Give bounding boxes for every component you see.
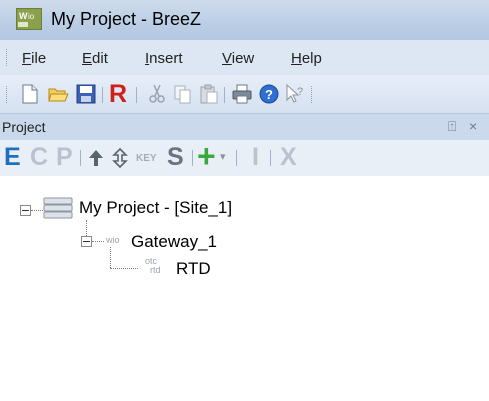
key-button[interactable]: KEY [136, 153, 157, 164]
menu-file-rest: ile [31, 50, 47, 67]
menu-edit-rest: dit [92, 50, 108, 67]
main-toolbar: R ? ? [0, 75, 489, 113]
tree-connector [110, 247, 111, 268]
menu-bar: File Edit Insert View Help [0, 40, 489, 75]
toolbar-overflow-grip[interactable] [311, 86, 315, 103]
paste-icon[interactable] [198, 83, 220, 105]
project-tree: My Project - [Site_1] wio Gateway_1 otc … [0, 176, 489, 401]
menu-view[interactable]: View [222, 50, 254, 67]
menu-file-accel: F [22, 50, 32, 67]
tree-connector [86, 220, 87, 236]
tree-connector [92, 241, 104, 242]
site-icon [43, 197, 73, 219]
menu-insert-rest: nsert [149, 50, 183, 67]
x-button[interactable]: X [280, 143, 297, 172]
open-icon[interactable] [47, 83, 69, 105]
svg-text:io: io [28, 12, 35, 21]
menu-edit[interactable]: Edit [82, 50, 108, 67]
menu-insert[interactable]: Insert [145, 50, 183, 67]
i-button[interactable]: I [252, 143, 259, 172]
toolbar-grip[interactable] [6, 86, 10, 103]
title-bar: W io My Project - BreeZ [0, 0, 489, 40]
close-icon[interactable]: × [469, 118, 477, 134]
menu-view-rest: iew [231, 50, 255, 67]
toolbar-separator [136, 87, 137, 103]
menu-help-rest: elp [301, 50, 322, 67]
tree-connector [110, 268, 138, 269]
toolbar-separator [224, 87, 225, 103]
svg-text:W: W [19, 11, 28, 21]
tree-toolbar-separator [270, 150, 271, 166]
context-help-icon[interactable]: ? [284, 83, 306, 105]
tree-node-gateway[interactable]: Gateway_1 [131, 232, 217, 252]
window-title: My Project - BreeZ [51, 9, 202, 29]
wio-tag-icon: wio [106, 235, 120, 245]
tree-toolbar-separator [80, 150, 81, 166]
app-icon[interactable]: W io [16, 8, 42, 30]
menu-grip[interactable] [6, 49, 10, 66]
pin-icon[interactable]: ⍐ [448, 118, 456, 135]
r-icon[interactable]: R [109, 80, 131, 108]
cut-icon[interactable] [146, 83, 168, 105]
e-button[interactable]: E [4, 143, 21, 172]
menu-file[interactable]: File [22, 50, 46, 67]
tree-node-root[interactable]: My Project - [Site_1] [79, 198, 232, 218]
menu-edit-accel: E [82, 50, 93, 67]
new-icon[interactable] [19, 83, 41, 105]
toolbar-separator [102, 87, 103, 103]
help-icon[interactable]: ? [258, 83, 280, 105]
svg-text:?: ? [265, 87, 273, 102]
copy-icon[interactable] [172, 83, 194, 105]
collapse-icon[interactable] [20, 205, 31, 216]
tree-connector [31, 210, 43, 211]
arrow-up-icon[interactable] [87, 148, 105, 168]
project-panel-header: Project ⍐ × [0, 113, 489, 141]
tree-toolbar-separator [236, 150, 237, 166]
menu-help[interactable]: Help [291, 50, 322, 67]
menu-help-accel: H [291, 50, 302, 67]
tree-toolbar: E C P KEY S + ▾ I X [0, 138, 489, 177]
move-updown-icon[interactable] [111, 147, 129, 169]
c-button[interactable]: C [30, 143, 48, 172]
collapse-icon[interactable] [81, 236, 92, 247]
rtd-tag-icon: rtd [150, 265, 161, 275]
p-button[interactable]: P [56, 143, 73, 172]
tree-node-rtd[interactable]: RTD [176, 259, 211, 279]
menu-view-accel: V [222, 50, 232, 67]
add-dropdown-icon[interactable]: ▾ [220, 150, 226, 163]
add-button[interactable]: + [197, 138, 216, 175]
save-icon[interactable] [75, 83, 97, 105]
panel-title: Project [2, 119, 46, 135]
print-icon[interactable] [231, 83, 253, 105]
r-label: R [109, 80, 128, 108]
svg-text:?: ? [297, 86, 303, 98]
tree-toolbar-separator [192, 150, 193, 166]
s-button[interactable]: S [167, 143, 184, 172]
